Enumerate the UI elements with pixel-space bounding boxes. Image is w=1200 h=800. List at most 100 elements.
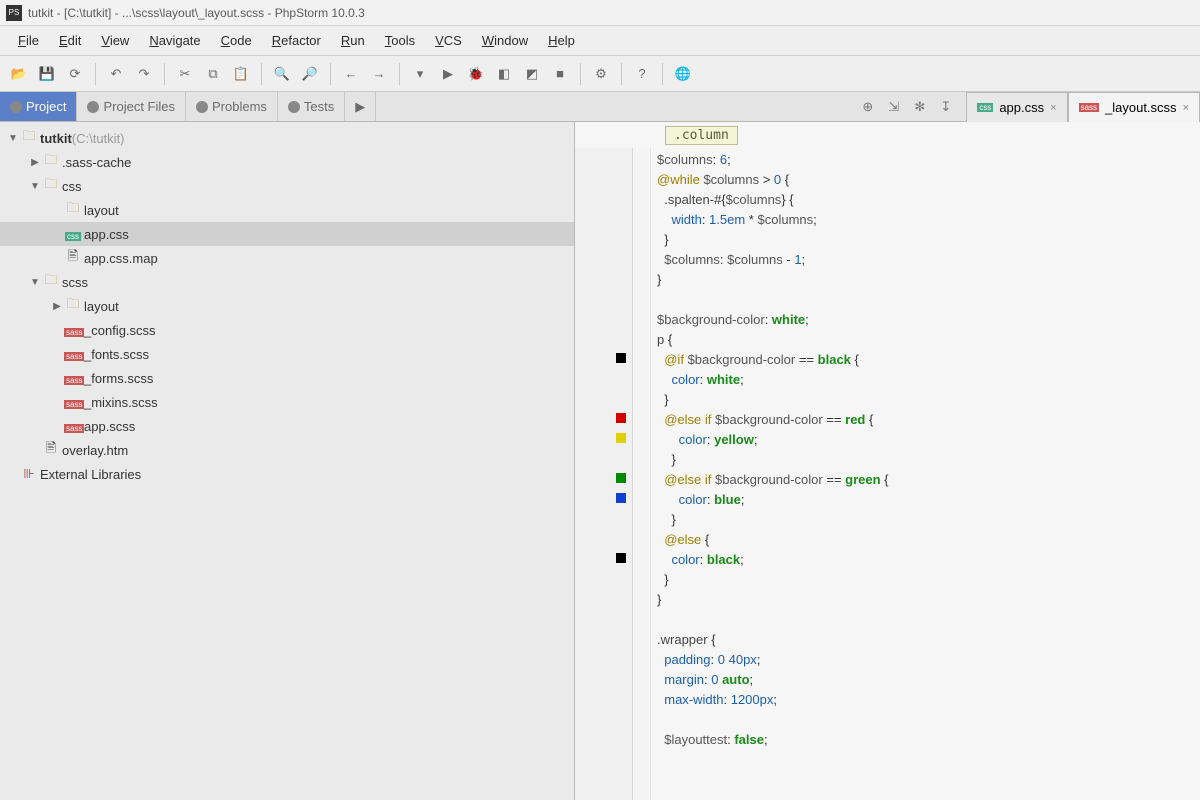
- open-button[interactable]: 📂: [8, 63, 30, 85]
- menu-run[interactable]: Run: [331, 29, 375, 52]
- code-line[interactable]: @if $background-color == black {: [657, 350, 1194, 370]
- undo-button[interactable]: ↶: [105, 63, 127, 85]
- code-text[interactable]: $columns: 6;@while $columns > 0 { .spalt…: [651, 148, 1200, 800]
- code-line[interactable]: $columns: $columns - 1;: [657, 250, 1194, 270]
- settings-icon[interactable]: ✻: [914, 99, 930, 115]
- color-swatch[interactable]: [616, 353, 626, 363]
- code-line[interactable]: [657, 710, 1194, 730]
- tree-item-app-css[interactable]: cssapp.css: [0, 222, 574, 246]
- settings-button[interactable]: ⚙: [590, 63, 612, 85]
- zoom-in-button[interactable]: 🔍: [271, 63, 293, 85]
- code-line[interactable]: }: [657, 590, 1194, 610]
- redo-button[interactable]: ↷: [133, 63, 155, 85]
- tree-arrow-icon[interactable]: ▼: [6, 133, 20, 144]
- tree-arrow-icon[interactable]: ▼: [28, 277, 42, 288]
- code-line[interactable]: margin: 0 auto;: [657, 670, 1194, 690]
- tree-item-_forms-scss[interactable]: sass_forms.scss: [0, 366, 574, 390]
- code-line[interactable]: p {: [657, 330, 1194, 350]
- editor-tab-app-css[interactable]: cssapp.css×: [966, 92, 1067, 122]
- code-line[interactable]: $columns: 6;: [657, 150, 1194, 170]
- code-line[interactable]: @else if $background-color == red {: [657, 410, 1194, 430]
- breadcrumb-chip[interactable]: .column: [665, 126, 738, 145]
- tree-item-app-scss[interactable]: sassapp.scss: [0, 414, 574, 438]
- close-tab-icon[interactable]: ×: [1183, 102, 1189, 114]
- menu-tools[interactable]: Tools: [375, 29, 425, 52]
- color-swatch[interactable]: [616, 493, 626, 503]
- cut-button[interactable]: ✂: [174, 63, 196, 85]
- config-dropdown-button[interactable]: ▾: [409, 63, 431, 85]
- paste-button[interactable]: 📋: [230, 63, 252, 85]
- code-line[interactable]: .wrapper {: [657, 630, 1194, 650]
- tree-arrow-icon[interactable]: ▶: [28, 157, 42, 168]
- menu-window[interactable]: Window: [472, 29, 538, 52]
- zoom-out-button[interactable]: 🔎: [299, 63, 321, 85]
- tree-item-layout[interactable]: 🗀layout: [0, 198, 574, 222]
- tree-item--sass-cache[interactable]: ▶🗀.sass-cache: [0, 150, 574, 174]
- code-line[interactable]: }: [657, 510, 1194, 530]
- tree-item-_mixins-scss[interactable]: sass_mixins.scss: [0, 390, 574, 414]
- code-line[interactable]: color: yellow;: [657, 430, 1194, 450]
- back-button[interactable]: ←: [340, 63, 362, 85]
- collapse-icon[interactable]: ⇲: [888, 99, 904, 115]
- forward-button[interactable]: →: [368, 63, 390, 85]
- code-line[interactable]: $background-color: white;: [657, 310, 1194, 330]
- tree-item-tutkit[interactable]: ▼🗀tutkit (C:\tutkit): [0, 126, 574, 150]
- code-line[interactable]: }: [657, 570, 1194, 590]
- run-button[interactable]: ▶: [437, 63, 459, 85]
- code-line[interactable]: max-width: 1200px;: [657, 690, 1194, 710]
- code-line[interactable]: [657, 290, 1194, 310]
- tree-arrow-icon[interactable]: ▼: [28, 181, 42, 192]
- toolwindow-tab-project[interactable]: Project: [0, 92, 77, 121]
- coverage-button[interactable]: ◧: [493, 63, 515, 85]
- tree-item-scss[interactable]: ▼🗀scss: [0, 270, 574, 294]
- code-line[interactable]: }: [657, 270, 1194, 290]
- more-tabs[interactable]: ▶: [345, 92, 376, 121]
- code-line[interactable]: @else {: [657, 530, 1194, 550]
- tree-arrow-icon[interactable]: ▶: [50, 301, 64, 312]
- color-swatch[interactable]: [616, 433, 626, 443]
- code-line[interactable]: color: black;: [657, 550, 1194, 570]
- tree-item-External-Libraries[interactable]: ⊪External Libraries: [0, 462, 574, 486]
- copy-button[interactable]: ⧉: [202, 63, 224, 85]
- menu-navigate[interactable]: Navigate: [139, 29, 210, 52]
- save-button[interactable]: 💾: [36, 63, 58, 85]
- toolwindow-tab-tests[interactable]: Tests: [278, 92, 345, 121]
- code-line[interactable]: $layouttest: false;: [657, 730, 1194, 750]
- code-line[interactable]: @while $columns > 0 {: [657, 170, 1194, 190]
- tree-item-_config-scss[interactable]: sass_config.scss: [0, 318, 574, 342]
- menu-view[interactable]: View: [91, 29, 139, 52]
- code-line[interactable]: padding: 0 40px;: [657, 650, 1194, 670]
- toolwindow-tab-problems[interactable]: Problems: [186, 92, 278, 121]
- color-swatch[interactable]: [616, 413, 626, 423]
- tree-item-layout[interactable]: ▶🗀layout: [0, 294, 574, 318]
- browser-button[interactable]: 🌐: [672, 63, 694, 85]
- menu-code[interactable]: Code: [211, 29, 262, 52]
- menu-file[interactable]: File: [8, 29, 49, 52]
- tree-item-css[interactable]: ▼🗀css: [0, 174, 574, 198]
- refresh-button[interactable]: ⟳: [64, 63, 86, 85]
- locate-icon[interactable]: ⊕: [862, 99, 878, 115]
- code-line[interactable]: width: 1.5em * $columns;: [657, 210, 1194, 230]
- code-line[interactable]: color: blue;: [657, 490, 1194, 510]
- code-line[interactable]: }: [657, 390, 1194, 410]
- close-tab-icon[interactable]: ×: [1050, 102, 1056, 114]
- code-line[interactable]: }: [657, 230, 1194, 250]
- code-line[interactable]: .spalten-#{$columns} {: [657, 190, 1194, 210]
- help-button[interactable]: ?: [631, 63, 653, 85]
- fold-column[interactable]: [633, 148, 651, 800]
- tree-item-app-css-map[interactable]: 🖹app.css.map: [0, 246, 574, 270]
- code-line[interactable]: }: [657, 450, 1194, 470]
- tree-item-_fonts-scss[interactable]: sass_fonts.scss: [0, 342, 574, 366]
- tree-item-overlay-htm[interactable]: 🖹overlay.htm: [0, 438, 574, 462]
- code-line[interactable]: color: white;: [657, 370, 1194, 390]
- stop-button[interactable]: ■: [549, 63, 571, 85]
- project-tree[interactable]: ▼🗀tutkit (C:\tutkit)▶🗀.sass-cache▼🗀css🗀l…: [0, 122, 575, 800]
- menu-refactor[interactable]: Refactor: [262, 29, 331, 52]
- menu-edit[interactable]: Edit: [49, 29, 91, 52]
- hide-icon[interactable]: ↧: [940, 99, 956, 115]
- editor-tab-_layout-scss[interactable]: sass_layout.scss×: [1068, 92, 1200, 122]
- debug-button[interactable]: 🐞: [465, 63, 487, 85]
- toolwindow-tab-project-files[interactable]: Project Files: [77, 92, 186, 121]
- code-area[interactable]: $columns: 6;@while $columns > 0 { .spalt…: [575, 148, 1200, 800]
- color-swatch[interactable]: [616, 473, 626, 483]
